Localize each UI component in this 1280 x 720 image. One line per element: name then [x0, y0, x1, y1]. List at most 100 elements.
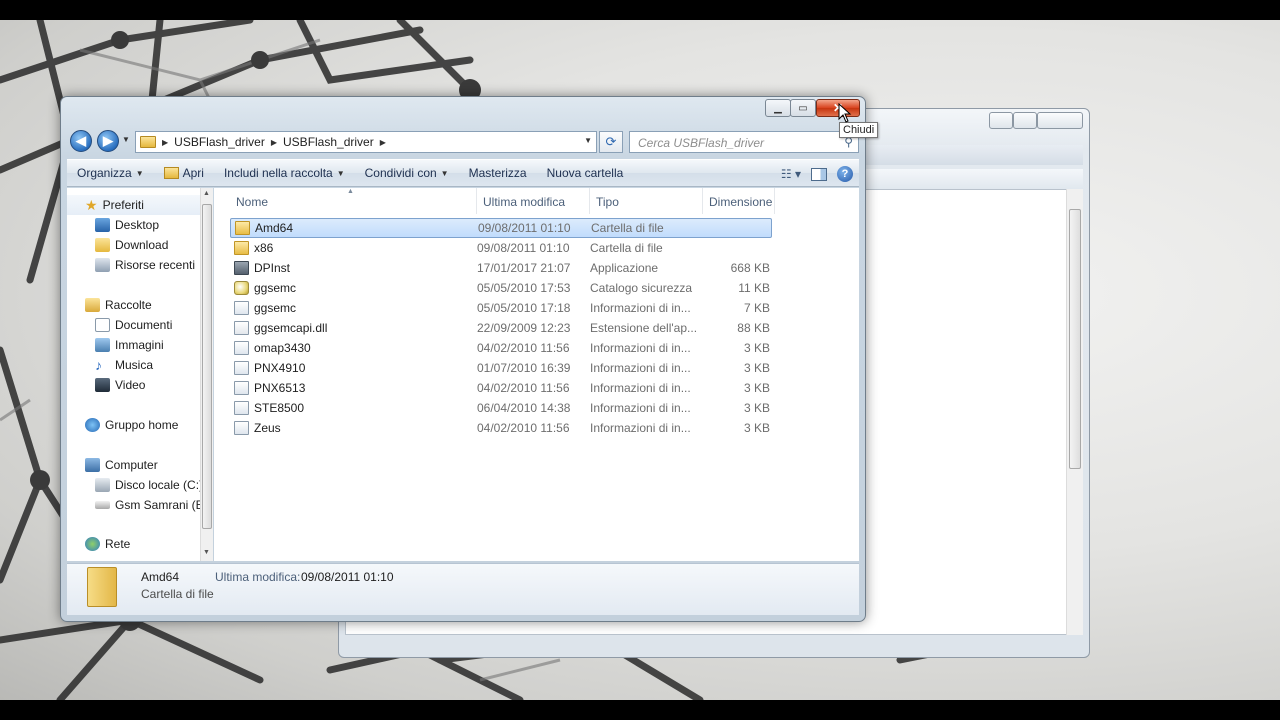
file-size: 3 KB [743, 381, 770, 395]
nav-download[interactable]: Download [67, 235, 168, 255]
file-row[interactable]: STE8500 06/04/2010 14:38 Informazioni di… [230, 398, 772, 418]
chevron-down-icon[interactable]: ▼ [584, 136, 592, 145]
file-modified: 04/02/2010 11:56 [477, 341, 570, 355]
chevron-right-icon[interactable]: ▶ [271, 138, 277, 147]
chevron-down-icon: ▼ [336, 168, 345, 178]
maximize-button[interactable]: ▭ [790, 99, 816, 117]
open-button[interactable]: Apri [154, 160, 214, 186]
file-type: Informazioni di in... [590, 361, 691, 375]
mouse-cursor-icon [838, 103, 852, 123]
file-row[interactable]: ggsemc 05/05/2010 17:18 Informazioni di … [230, 298, 772, 318]
scroll-up-icon[interactable]: ▲ [203, 190, 210, 197]
minimize-button[interactable]: ▁ [765, 99, 791, 117]
refresh-icon[interactable]: ⟳ [599, 131, 623, 153]
nav-libraries[interactable]: Raccolte [67, 295, 152, 315]
file-row[interactable]: ggsemcapi.dll 22/09/2009 12:23 Estension… [230, 318, 772, 338]
organize-button[interactable]: Organizza ▼ [67, 160, 154, 186]
search-input[interactable]: Cerca USBFlash_driver ⚲ [629, 131, 859, 153]
column-header-modified[interactable]: Ultima modifica [477, 188, 590, 214]
nav-label: Preferiti [102, 198, 144, 212]
file-name: ggsemc [254, 281, 297, 295]
new-folder-button[interactable]: Nuova cartella [537, 160, 634, 186]
close-tooltip: Chiudi [839, 122, 879, 138]
nav-network[interactable]: Rete [67, 534, 130, 554]
nav-recent[interactable]: Risorse recenti [67, 255, 195, 275]
breadcrumb-item[interactable]: USBFlash_driver [174, 135, 265, 149]
file-row[interactable]: PNX6513 04/02/2010 11:56 Informazioni di… [230, 378, 772, 398]
file-type: Informazioni di in... [590, 301, 691, 315]
preview-pane-icon[interactable] [811, 167, 827, 181]
nav-computer[interactable]: Computer [67, 455, 158, 475]
navigation-scrollbar[interactable]: ▲ ▼ [200, 188, 213, 561]
nav-disk-e[interactable]: Gsm Samrani (E:) [67, 495, 206, 515]
column-header-name[interactable]: Nome ▲ [214, 188, 477, 214]
file-row[interactable]: PNX4910 01/07/2010 16:39 Informazioni di… [230, 358, 772, 378]
back-arrow-icon[interactable]: ◀ [70, 130, 92, 152]
burn-label: Masterizza [468, 166, 527, 180]
nav-label: Download [115, 238, 169, 252]
nav-desktop[interactable]: Desktop [67, 215, 159, 235]
file-size: 3 KB [743, 341, 770, 355]
file-row[interactable]: ggsemc 05/05/2010 17:53 Catalogo sicurez… [230, 278, 772, 298]
column-label: Tipo [596, 195, 619, 209]
nav-pictures[interactable]: Immagini [67, 335, 164, 355]
navigation-scroll-thumb[interactable] [202, 204, 212, 529]
back-window-scrollbar[interactable] [1066, 189, 1083, 635]
file-row[interactable]: DPInst 17/01/2017 21:07 Applicazione 668… [230, 258, 772, 278]
command-bar: Organizza ▼ Apri Includi nella raccolta … [67, 159, 859, 187]
nav-music[interactable]: ♪ Musica [67, 355, 153, 375]
folder-icon [140, 136, 156, 148]
sort-up-icon: ▲ [347, 188, 354, 195]
nav-favorites[interactable]: ★ Preferiti [67, 195, 205, 215]
setup-info-icon [234, 421, 249, 435]
nav-homegroup[interactable]: Gruppo home [67, 415, 178, 435]
download-folder-icon [95, 238, 110, 252]
file-row[interactable]: omap3430 04/02/2010 11:56 Informazioni d… [230, 338, 772, 358]
nav-documents[interactable]: Documenti [67, 315, 172, 335]
file-row[interactable]: Zeus 04/02/2010 11:56 Informazioni di in… [230, 418, 772, 438]
local-disk-icon [95, 478, 110, 492]
back-window-close-button[interactable] [1037, 112, 1083, 129]
file-row[interactable]: x86 09/08/2011 01:10 Cartella di file [230, 238, 772, 258]
file-modified: 05/05/2010 17:53 [477, 281, 571, 295]
nav-label: Computer [105, 458, 158, 472]
back-window-maximize-button[interactable] [1013, 112, 1037, 129]
change-view-icon[interactable]: ☷ ▾ [781, 167, 801, 181]
nav-label: Rete [105, 537, 131, 551]
column-header-type[interactable]: Tipo [590, 188, 703, 214]
scroll-down-icon[interactable]: ▼ [203, 549, 210, 556]
breadcrumb-item[interactable]: USBFlash_driver [283, 135, 374, 149]
help-icon[interactable]: ? [837, 166, 853, 182]
include-in-library-button[interactable]: Includi nella raccolta ▼ [214, 160, 355, 186]
burn-button[interactable]: Masterizza [459, 160, 537, 186]
address-bar[interactable]: ▶ USBFlash_driver ▶ USBFlash_driver ▶ ▼ [135, 131, 597, 153]
explorer-window: ▁ ▭ ✕ ◀ ▶ ▼ ▶ USBFlash_driver ▶ USBFlash… [60, 96, 866, 622]
file-modified: 17/01/2017 21:07 [477, 261, 571, 275]
toolbar-right-group: ☷ ▾ ? [781, 160, 853, 188]
nav-label: Raccolte [105, 298, 152, 312]
application-icon [234, 261, 249, 275]
column-header-size[interactable]: Dimensione [703, 188, 775, 214]
nav-label: Risorse recenti [115, 258, 196, 272]
chevron-right-icon[interactable]: ▶ [162, 138, 168, 147]
back-window-scroll-thumb[interactable] [1069, 209, 1081, 469]
nav-label: Gsm Samrani (E:) [115, 498, 206, 512]
chevron-right-icon[interactable]: ▶ [380, 138, 386, 147]
column-label: Dimensione [709, 195, 773, 209]
star-icon: ★ [85, 196, 98, 213]
file-row[interactable]: Amd64 09/08/2011 01:10 Cartella di file [230, 218, 772, 238]
back-window-minimize-button[interactable] [989, 112, 1013, 129]
nav-label: Immagini [115, 338, 164, 352]
file-size: 7 KB [743, 301, 770, 315]
nav-video[interactable]: Video [67, 375, 145, 395]
column-headers: Nome ▲ Ultima modifica Tipo Dimensione [214, 188, 859, 214]
nav-disk-c[interactable]: Disco locale (C:) [67, 475, 203, 495]
navigation-pane: ★ Preferiti Desktop Download Risorse rec… [67, 188, 206, 561]
desktop-icon [95, 218, 110, 232]
forward-arrow-icon[interactable]: ▶ [97, 130, 119, 152]
file-name: Amd64 [255, 221, 294, 235]
file-modified: 01/07/2010 16:39 [477, 361, 571, 375]
share-with-button[interactable]: Condividi con ▼ [355, 160, 459, 186]
history-dropdown-icon[interactable]: ▼ [122, 135, 130, 144]
file-modified: 22/09/2009 12:23 [477, 321, 571, 335]
